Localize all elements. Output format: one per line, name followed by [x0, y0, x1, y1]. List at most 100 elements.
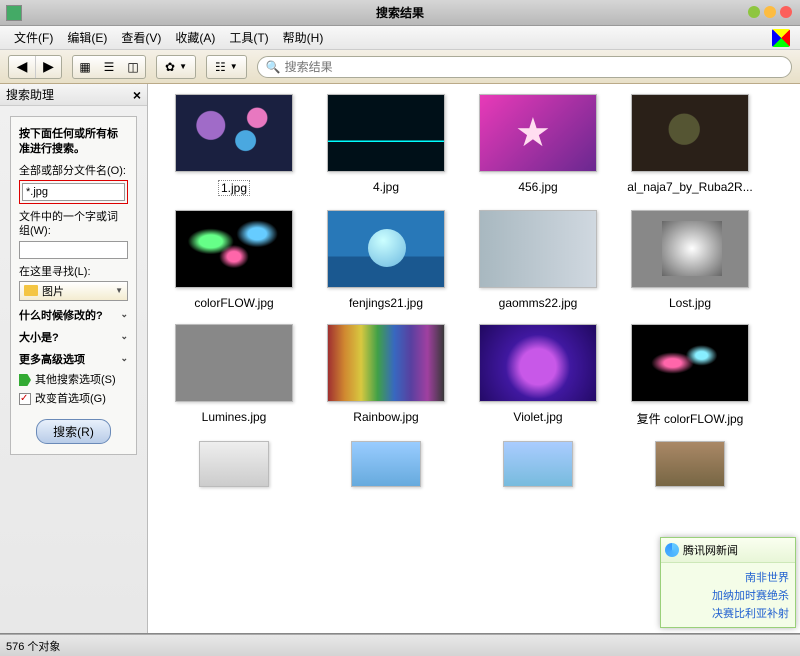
change-preferences[interactable]: 改变首选项(G)	[19, 392, 128, 406]
search-box[interactable]: 🔍	[257, 56, 792, 78]
minimize-button[interactable]	[748, 6, 760, 18]
file-thumbnail[interactable]: 1.jpg	[158, 94, 310, 196]
menu-bar: 文件(F) 编辑(E) 查看(V) 收藏(A) 工具(T) 帮助(H)	[0, 26, 800, 50]
size-row[interactable]: 大小是? ⌄	[19, 329, 128, 345]
word-label: 文件中的一个字或词组(W):	[19, 210, 128, 239]
lookin-select[interactable]: 图片	[19, 281, 128, 301]
thumbnail-label: colorFLOW.jpg	[194, 296, 273, 310]
thumbnail-label: Violet.jpg	[513, 410, 562, 424]
thumbnail-label: gaomms22.jpg	[499, 296, 578, 310]
popup-link[interactable]: 加纳加时赛绝杀	[667, 587, 789, 603]
settings-button[interactable]: ✿▼	[156, 55, 196, 79]
window-controls	[748, 6, 792, 18]
file-thumbnail[interactable]: colorFLOW.jpg	[158, 210, 310, 310]
arrange-icon: ☷	[215, 60, 226, 74]
file-thumbnail[interactable]: 4.jpg	[310, 94, 462, 196]
windows-flag-icon[interactable]	[772, 29, 790, 47]
change-prefs-label: 改变首选项(G)	[35, 392, 106, 406]
file-thumbnail[interactable]	[462, 441, 614, 487]
chevron-down-icon: ▼	[230, 62, 238, 71]
lookin-value: 图片	[42, 283, 64, 299]
thumbnail-image	[351, 441, 421, 487]
popup-link[interactable]: 南非世界	[667, 569, 789, 585]
file-thumbnail[interactable]	[310, 441, 462, 487]
more-options-row[interactable]: 更多高级选项 ⌄	[19, 351, 128, 367]
search-instruction: 按下面任何或所有标准进行搜索。	[19, 127, 128, 158]
arrow-icon	[19, 374, 31, 386]
menu-help[interactable]: 帮助(H)	[277, 27, 330, 48]
thumbnail-image	[479, 324, 597, 402]
file-thumbnail[interactable]: Lumines.jpg	[158, 324, 310, 427]
menu-tools[interactable]: 工具(T)	[223, 27, 274, 48]
file-thumbnail[interactable]	[614, 441, 766, 487]
sidebar-header: 搜索助理 ×	[0, 84, 147, 106]
filename-input[interactable]	[22, 183, 125, 201]
toolbar: ◀ ▶ ▦ ☰ ◫ ✿▼ ☷▼ 🔍	[0, 50, 800, 84]
thumbnail-image	[199, 441, 269, 487]
thumbnail-image	[479, 94, 597, 172]
qq-icon	[665, 543, 679, 557]
file-thumbnail[interactable]: Violet.jpg	[462, 324, 614, 427]
status-text: 576 个对象	[6, 638, 60, 654]
file-thumbnail[interactable]: Rainbow.jpg	[310, 324, 462, 427]
view-list-button[interactable]: ☰	[97, 56, 121, 78]
app-icon	[6, 5, 22, 21]
maximize-button[interactable]	[764, 6, 776, 18]
file-thumbnail[interactable]	[158, 441, 310, 487]
back-button[interactable]: ◀	[9, 56, 35, 78]
thumbnail-image	[655, 441, 725, 487]
thumbnail-label: Lumines.jpg	[202, 410, 267, 424]
sidebar-close-button[interactable]: ×	[133, 87, 141, 103]
file-thumbnail[interactable]: Lost.jpg	[614, 210, 766, 310]
thumbnail-image	[327, 324, 445, 402]
other-search-options[interactable]: 其他搜索选项(S)	[19, 373, 128, 387]
gear-icon: ✿	[165, 60, 175, 74]
file-thumbnail[interactable]: 456.jpg	[462, 94, 614, 196]
thumbnail-image	[479, 210, 597, 288]
file-thumbnail[interactable]: gaomms22.jpg	[462, 210, 614, 310]
thumbnail-image	[631, 324, 749, 402]
close-button[interactable]	[780, 6, 792, 18]
other-options-label: 其他搜索选项(S)	[35, 373, 116, 387]
file-thumbnail[interactable]: al_naja7_by_Ruba2R...	[614, 94, 766, 196]
chevron-down-icon: ▼	[179, 62, 187, 71]
window-title: 搜索结果	[376, 4, 424, 21]
popup-link[interactable]: 决赛比利亚补射	[667, 605, 789, 621]
chevron-icon: ⌄	[120, 331, 128, 342]
search-panel: 按下面任何或所有标准进行搜索。 全部或部分文件名(O): 文件中的一个字或词组(…	[10, 116, 137, 455]
nav-buttons: ◀ ▶	[8, 55, 62, 79]
thumbnail-label: 1.jpg	[218, 180, 250, 196]
when-modified-label: 什么时候修改的?	[19, 307, 103, 323]
status-bar: 576 个对象	[0, 634, 800, 656]
file-thumbnail[interactable]: fenjings21.jpg	[310, 210, 462, 310]
menu-edit[interactable]: 编辑(E)	[61, 27, 113, 48]
thumbnail-label: al_naja7_by_Ruba2R...	[627, 180, 752, 194]
word-input[interactable]	[19, 241, 128, 259]
forward-button[interactable]: ▶	[35, 56, 61, 78]
thumbnail-label: 复件 colorFLOW.jpg	[637, 410, 744, 427]
folder-icon	[24, 285, 38, 296]
menu-view[interactable]: 查看(V)	[115, 27, 167, 48]
popup-title: 腾讯网新闻	[683, 542, 738, 558]
title-bar: 搜索结果	[0, 0, 800, 26]
news-popup[interactable]: 腾讯网新闻 南非世界 加纳加时赛绝杀 决赛比利亚补射	[660, 537, 796, 628]
popup-header: 腾讯网新闻	[661, 538, 795, 563]
file-thumbnail[interactable]: 复件 colorFLOW.jpg	[614, 324, 766, 427]
thumbnail-image	[631, 210, 749, 288]
arrange-button[interactable]: ☷▼	[206, 55, 247, 79]
search-button[interactable]: 搜索(R)	[36, 419, 111, 444]
thumbnail-label: Rainbow.jpg	[353, 410, 418, 424]
menu-file[interactable]: 文件(F)	[8, 27, 59, 48]
more-options-label: 更多高级选项	[19, 351, 85, 367]
view-columns-button[interactable]: ◫	[121, 56, 145, 78]
when-modified-row[interactable]: 什么时候修改的? ⌄	[19, 307, 128, 323]
menu-favorites[interactable]: 收藏(A)	[169, 27, 221, 48]
search-input[interactable]	[285, 60, 783, 74]
sidebar-title-text: 搜索助理	[6, 86, 54, 103]
thumbnail-image	[327, 94, 445, 172]
view-icons-button[interactable]: ▦	[73, 56, 97, 78]
size-label: 大小是?	[19, 329, 59, 345]
chevron-icon: ⌄	[120, 353, 128, 364]
thumbnail-label: 456.jpg	[518, 180, 557, 194]
view-buttons: ▦ ☰ ◫	[72, 55, 146, 79]
